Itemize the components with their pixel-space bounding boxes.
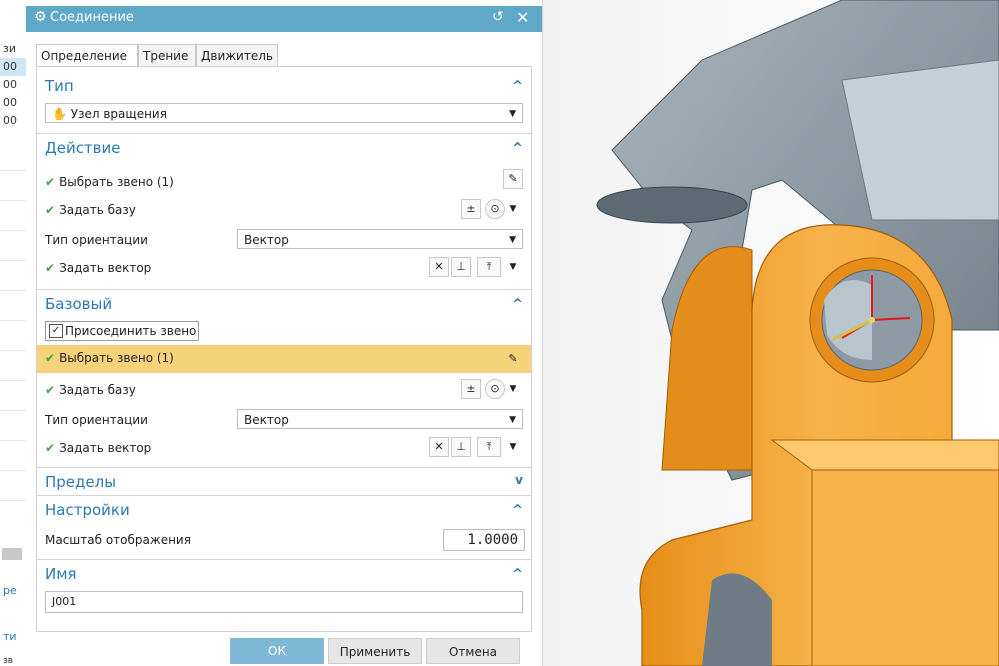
section-action-title[interactable]: Действие	[45, 139, 121, 157]
display-scale-label: Масштаб отображения	[45, 533, 191, 547]
dialog-title: Соединение	[50, 10, 134, 25]
section-type-title[interactable]: Тип	[45, 77, 74, 95]
check-icon: ✔	[45, 383, 56, 397]
checkbox-checked-icon: ✓	[49, 324, 63, 338]
strip-cell: 00	[3, 78, 17, 91]
strip-cell: 00	[3, 114, 17, 127]
section-settings-title[interactable]: Настройки	[45, 501, 130, 519]
chevron-down-icon: ▼	[509, 415, 516, 425]
tab-friction[interactable]: Трение	[138, 44, 196, 67]
action-specify-base[interactable]: ✔ Задать базу	[45, 203, 136, 217]
chevron-down-icon[interactable]: ▼	[507, 257, 519, 277]
dialog-title-bar: ⚙ Соединение ↺ ✕	[26, 6, 542, 32]
action-specify-vector[interactable]: ✔ Задать вектор	[45, 261, 151, 275]
section-base-title[interactable]: Базовый	[45, 295, 112, 313]
reset-icon[interactable]: ↺	[492, 9, 504, 25]
cancel-button[interactable]: Отмена	[426, 638, 520, 664]
action-orientation-select[interactable]: Вектор ▼	[237, 229, 523, 249]
chevron-up-icon[interactable]: ^	[512, 141, 523, 156]
check-icon: ✔	[45, 175, 56, 189]
gear-icon[interactable]: ⚙	[34, 9, 47, 25]
point-inferred-icon[interactable]: ⊙	[485, 379, 505, 399]
chevron-down-icon: ▼	[509, 109, 516, 119]
reverse-direction-icon[interactable]: ✕	[429, 257, 449, 277]
strip-label: ти	[3, 630, 17, 643]
background-table-strip: зи 00 00 00 00 ре ти зв	[0, 0, 26, 666]
close-icon[interactable]: ✕	[516, 8, 529, 27]
vector-dialog-icon[interactable]: ⊥	[451, 257, 471, 277]
base-select-link[interactable]: ✔ Выбрать звено (1)	[45, 351, 174, 365]
check-icon: ✔	[45, 261, 56, 275]
display-scale-input[interactable]: 1.0000	[443, 529, 525, 551]
action-select-link[interactable]: ✔ Выбрать звено (1)	[45, 175, 174, 189]
check-icon: ✔	[45, 351, 56, 365]
strip-label: ре	[3, 584, 17, 597]
joint-dialog: ⚙ Соединение ↺ ✕ Определение Трение Движ…	[26, 0, 543, 666]
tab-definition[interactable]: Определение	[36, 44, 138, 68]
scrollbar-thumb[interactable]	[2, 548, 22, 560]
vector-inferred-icon[interactable]: ⤒	[477, 257, 501, 277]
joint-name-input[interactable]: J001	[45, 591, 523, 613]
select-object-icon[interactable]: ✎	[503, 349, 523, 369]
base-orientation-select[interactable]: Вектор ▼	[237, 409, 523, 429]
apply-button[interactable]: Применить	[328, 638, 422, 664]
strip-cell: 00	[0, 58, 26, 76]
select-object-icon[interactable]: ✎	[503, 169, 523, 189]
chevron-down-icon[interactable]: ▼	[507, 437, 519, 457]
gray-part-ring	[596, 186, 748, 224]
point-dialog-icon[interactable]: ±	[461, 199, 481, 219]
chevron-up-icon[interactable]: ^	[512, 503, 523, 518]
joint-type-value: Узел вращения	[70, 107, 167, 121]
strip-label: зв	[3, 656, 14, 666]
chevron-down-icon[interactable]: v	[515, 473, 523, 487]
ok-button[interactable]: ОК	[230, 638, 324, 664]
joint-type-select[interactable]: ✋ Узел вращения ▼	[45, 103, 523, 123]
check-icon: ✔	[45, 203, 56, 217]
chevron-up-icon[interactable]: ^	[512, 297, 523, 312]
vector-dialog-icon[interactable]: ⊥	[451, 437, 471, 457]
chevron-down-icon[interactable]: ▼	[507, 379, 519, 399]
strip-cell: зи	[3, 42, 16, 55]
chevron-down-icon: ▼	[509, 235, 516, 245]
point-inferred-icon[interactable]: ⊙	[485, 199, 505, 219]
definition-panel: Тип ^ ✋ Узел вращения ▼ Действие ^ ✔ Выбр…	[36, 66, 532, 632]
check-icon: ✔	[45, 441, 56, 455]
vector-inferred-icon[interactable]: ⤒	[477, 437, 501, 457]
chevron-up-icon[interactable]: ^	[512, 79, 523, 94]
base-specify-base[interactable]: ✔ Задать базу	[45, 383, 136, 397]
section-name-title[interactable]: Имя	[45, 565, 77, 583]
point-dialog-icon[interactable]: ±	[461, 379, 481, 399]
revolute-joint-icon: ✋	[52, 107, 67, 121]
tab-driver[interactable]: Движитель	[196, 44, 278, 67]
attach-link-checkbox[interactable]: ✓ Присоединить звено	[45, 321, 200, 341]
chevron-up-icon[interactable]: ^	[512, 567, 523, 582]
base-orientation-label: Тип ориентации	[45, 413, 148, 427]
action-orientation-label: Тип ориентации	[45, 233, 148, 247]
reverse-direction-icon[interactable]: ✕	[429, 437, 449, 457]
strip-cell: 00	[3, 96, 17, 109]
3d-viewport[interactable]	[542, 0, 999, 666]
base-specify-vector[interactable]: ✔ Задать вектор	[45, 441, 151, 455]
section-limits-title[interactable]: Пределы	[45, 473, 116, 491]
chevron-down-icon[interactable]: ▼	[507, 199, 519, 219]
